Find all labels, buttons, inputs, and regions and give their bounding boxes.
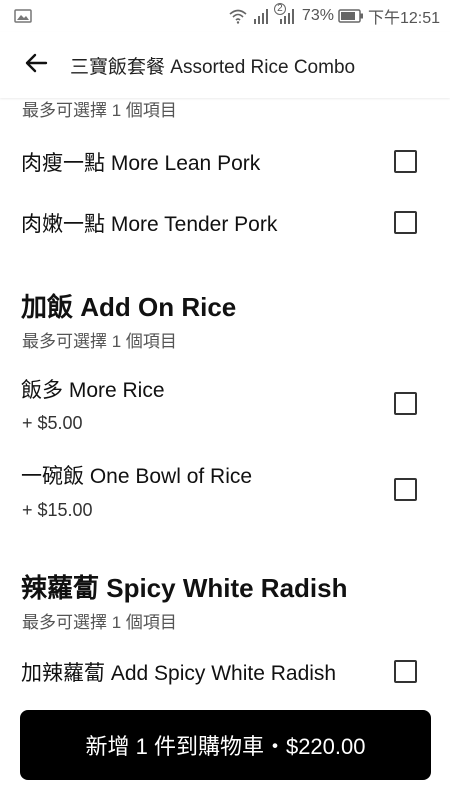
- section-title-spicy-white-radish: 辣蘿蔔 Spicy White Radish: [21, 573, 348, 603]
- battery-percent: 73%: [301, 7, 334, 24]
- option-checkbox-more-lean-pork[interactable]: [394, 150, 417, 173]
- battery-icon: [338, 9, 364, 23]
- options-list[interactable]: 最多可選擇 1 個項目 肉瘦一點 More Lean Pork 肉嫩一點 Mor…: [0, 98, 450, 708]
- back-button[interactable]: [22, 51, 50, 79]
- sim-badge: 2: [273, 3, 286, 15]
- signal-2-icon: 2: [273, 3, 298, 25]
- option-price: + $5.00: [22, 413, 83, 433]
- app-header: 三寶飯套餐 Assorted Rice Combo: [0, 32, 450, 98]
- page-title: 三寶飯套餐 Assorted Rice Combo: [70, 56, 356, 78]
- add-to-cart-label: 新增 1 件到購物車・$220.00: [85, 734, 366, 759]
- signal-icon: [252, 7, 272, 25]
- status-time: 下午12:51: [367, 10, 440, 27]
- option-label: 一碗飯 One Bowl of Rice: [21, 465, 253, 488]
- add-to-cart-button[interactable]: 新增 1 件到購物車・$220.00: [20, 710, 431, 780]
- option-checkbox-add-spicy-white-radish[interactable]: [394, 660, 417, 683]
- section-max-select-note: 最多可選擇 1 個項目: [22, 332, 177, 351]
- option-checkbox-one-bowl-of-rice[interactable]: [394, 478, 417, 501]
- image-icon: [14, 9, 32, 23]
- back-arrow-icon: [24, 51, 48, 80]
- option-price: + $15.00: [22, 500, 93, 520]
- status-bar: 2 73% 下午12:51: [0, 0, 450, 32]
- option-checkbox-more-tender-pork[interactable]: [394, 211, 417, 234]
- option-checkbox-more-rice[interactable]: [394, 392, 417, 415]
- section-title-add-on-rice: 加飯 Add On Rice: [21, 292, 237, 322]
- option-label: 加辣蘿蔔 Add Spicy White Radish: [21, 662, 337, 685]
- section-max-select-note: 最多可選擇 1 個項目: [22, 613, 177, 632]
- option-label: 肉瘦一點 More Lean Pork: [21, 152, 261, 175]
- wifi-icon: [228, 8, 248, 24]
- section-max-select-note: 最多可選擇 1 個項目: [22, 101, 177, 120]
- option-label: 肉嫩一點 More Tender Pork: [21, 213, 278, 236]
- option-label: 飯多 More Rice: [21, 379, 165, 402]
